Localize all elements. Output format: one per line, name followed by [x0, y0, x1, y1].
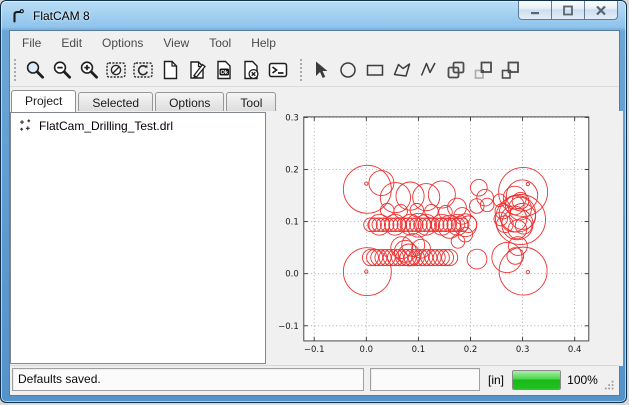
progress-fill — [513, 371, 560, 389]
select-tool-button[interactable] — [307, 56, 334, 84]
maximize-icon — [562, 5, 574, 16]
svg-text:0.1: 0.1 — [285, 218, 299, 228]
intersection-icon — [472, 59, 494, 81]
zoom-fit-icon — [24, 59, 46, 81]
menu-options[interactable]: Options — [92, 32, 153, 54]
menu-view[interactable]: View — [153, 32, 199, 54]
ok-file-icon: Ok — [213, 59, 235, 81]
select-icon — [310, 59, 332, 81]
status-bar: Defaults saved. [in] 100% — [10, 365, 619, 395]
subtract-tool-button[interactable] — [496, 56, 523, 84]
zoom-in-icon — [78, 59, 100, 81]
polygon-tool-icon — [391, 59, 413, 81]
zoom-in-button[interactable] — [75, 56, 102, 84]
zoom-out-button[interactable] — [48, 56, 75, 84]
polygon-tool-button[interactable] — [388, 56, 415, 84]
tree-item-drill-object[interactable]: FlatCam_Drilling_Test.drl — [11, 113, 265, 133]
svg-text:0.0: 0.0 — [285, 270, 299, 280]
shell-icon — [267, 59, 289, 81]
tree-item-label: FlatCam_Drilling_Test.drl — [39, 119, 173, 133]
cancel-file-button[interactable] — [237, 56, 264, 84]
resize-grip-icon[interactable] — [604, 379, 615, 392]
svg-text:0.3: 0.3 — [285, 113, 299, 123]
status-message: Defaults saved. — [12, 368, 364, 391]
tab-project[interactable]: Project — [11, 90, 76, 112]
intersection-tool-button[interactable] — [469, 56, 496, 84]
toolbar-grip-2[interactable] — [299, 58, 303, 82]
client-area: File Edit Options View Tool Help — [9, 30, 620, 396]
close-button[interactable] — [584, 1, 618, 20]
window-title: FlatCAM 8 — [33, 9, 90, 23]
tab-options[interactable]: Options — [155, 92, 224, 111]
close-icon — [595, 5, 607, 16]
union-icon — [445, 59, 467, 81]
drill-object-icon — [18, 118, 33, 133]
svg-text:0.4: 0.4 — [568, 345, 582, 355]
main-toolbar: Ok — [10, 54, 619, 87]
edit-file-icon — [186, 59, 208, 81]
shell-button[interactable] — [264, 56, 291, 84]
progress-bar — [512, 370, 561, 390]
window-controls — [519, 1, 618, 20]
units-label: [in] — [488, 373, 504, 387]
menu-file[interactable]: File — [12, 32, 51, 54]
minimize-icon — [529, 5, 541, 15]
tab-tool[interactable]: Tool — [226, 92, 276, 111]
plot-panel: −0.1 0.0 0.1 0.2 0.3 0.4 −0.1 0.0 0.1 0.2 0.3 — [270, 111, 623, 366]
circle-tool-button[interactable] — [334, 56, 361, 84]
svg-text:0.0: 0.0 — [360, 345, 374, 355]
new-file-icon — [159, 59, 181, 81]
svg-text:0.3: 0.3 — [516, 345, 530, 355]
svg-text:0.2: 0.2 — [285, 166, 299, 176]
subtract-icon — [499, 59, 521, 81]
ok-file-button[interactable]: Ok — [210, 56, 237, 84]
rectangle-tool-button[interactable] — [361, 56, 388, 84]
new-file-button[interactable] — [156, 56, 183, 84]
svg-text:Ok: Ok — [220, 70, 228, 76]
path-tool-icon — [418, 59, 440, 81]
minimize-button[interactable] — [518, 1, 552, 20]
menu-help[interactable]: Help — [241, 32, 286, 54]
zoom-fit-button[interactable] — [21, 56, 48, 84]
cancel-file-icon — [240, 59, 262, 81]
circle-tool-icon — [337, 59, 359, 81]
replot-button[interactable] — [129, 56, 156, 84]
edit-file-button[interactable] — [183, 56, 210, 84]
rectangle-tool-icon — [364, 59, 386, 81]
app-icon — [10, 8, 26, 24]
progress-percent-label: 100% — [567, 373, 598, 387]
tab-bar: Project Selected Options Tool — [10, 87, 619, 111]
svg-text:0.1: 0.1 — [412, 345, 426, 355]
union-tool-button[interactable] — [442, 56, 469, 84]
status-aux-box — [370, 368, 480, 391]
toolbar-grip[interactable] — [13, 58, 17, 82]
project-tree-panel: FlatCam_Drilling_Test.drl — [10, 112, 266, 364]
svg-text:0.2: 0.2 — [464, 345, 478, 355]
maximize-button[interactable] — [551, 1, 585, 20]
clear-plot-icon — [105, 59, 127, 81]
app-window: FlatCAM 8 File Edit Options View Tool He… — [0, 0, 627, 403]
plot-canvas[interactable]: −0.1 0.0 0.1 0.2 0.3 0.4 −0.1 0.0 0.1 0.2 0.3 — [270, 111, 623, 366]
clear-plot-button[interactable] — [102, 56, 129, 84]
path-tool-button[interactable] — [415, 56, 442, 84]
tab-selected[interactable]: Selected — [78, 92, 153, 111]
menu-edit[interactable]: Edit — [51, 32, 92, 54]
svg-text:−0.1: −0.1 — [304, 345, 325, 355]
menu-bar: File Edit Options View Tool Help — [10, 31, 619, 54]
zoom-out-icon — [51, 59, 73, 81]
replot-icon — [132, 59, 154, 81]
svg-text:−0.1: −0.1 — [278, 322, 299, 332]
menu-tool[interactable]: Tool — [199, 32, 241, 54]
